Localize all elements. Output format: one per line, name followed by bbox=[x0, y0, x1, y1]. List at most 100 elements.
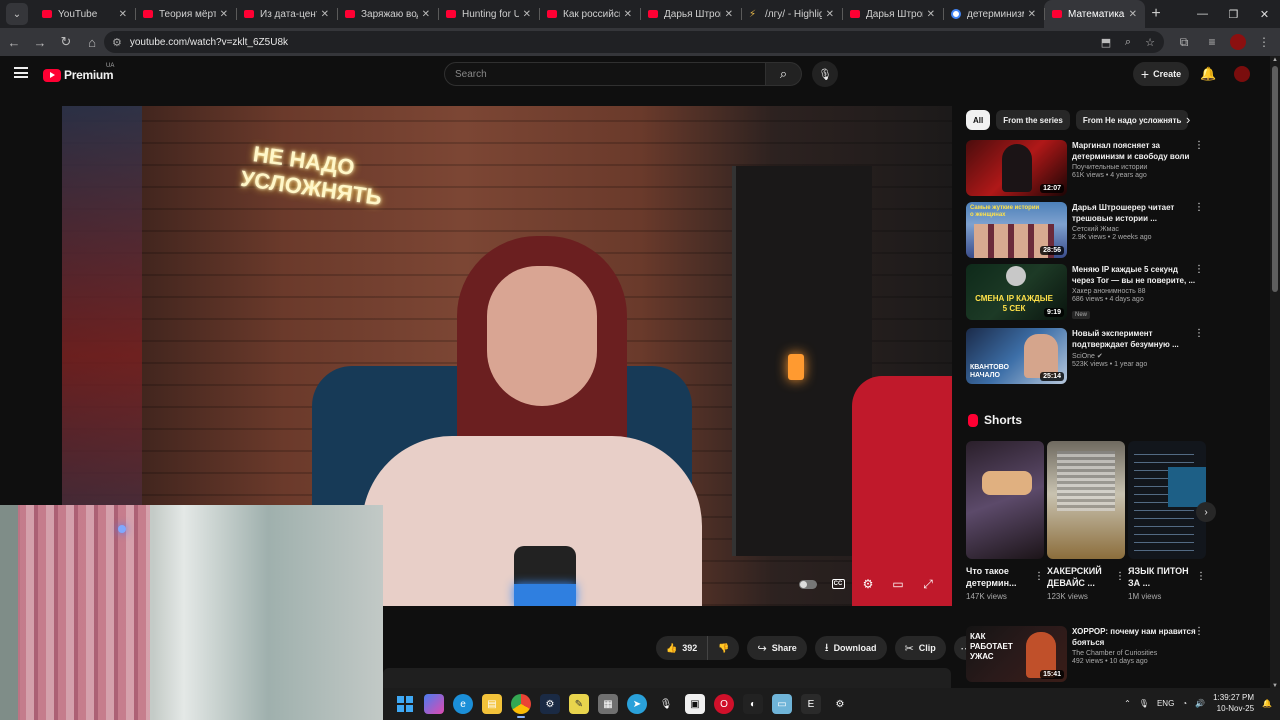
close-icon[interactable]: ✕ bbox=[725, 9, 733, 20]
close-icon[interactable]: ✕ bbox=[624, 9, 632, 20]
keyboard-app-icon[interactable]: ▦ bbox=[598, 694, 618, 714]
more-vert-icon[interactable]: ⋮ bbox=[1194, 626, 1204, 637]
browser-tab[interactable]: Как российск ✕ bbox=[539, 0, 640, 28]
close-icon[interactable]: ✕ bbox=[220, 9, 228, 20]
close-icon[interactable]: ✕ bbox=[422, 9, 430, 20]
recommendation-item[interactable]: КАК РАБОТАЕТ УЖАС 15:41 ХОРРОР: почему н… bbox=[966, 626, 1212, 684]
copilot-icon[interactable] bbox=[424, 694, 444, 714]
video-thumbnail[interactable]: КАК РАБОТАЕТ УЖАС 15:41 bbox=[966, 626, 1067, 682]
zoom-icon[interactable]: ⌕ bbox=[1120, 34, 1136, 50]
search-field[interactable] bbox=[444, 62, 766, 86]
chip-from-channel[interactable]: From Не надо усложнять bbox=[1075, 110, 1189, 130]
browser-tab[interactable]: ⚡/лгу/ - Highligh✕ bbox=[741, 0, 842, 28]
chrome-icon[interactable] bbox=[511, 694, 531, 718]
epic-games-icon[interactable]: E bbox=[801, 694, 821, 714]
short-thumbnail[interactable] bbox=[1047, 441, 1125, 559]
file-explorer-icon[interactable]: ▤ bbox=[482, 694, 502, 714]
recommendation-item[interactable]: Самые жуткие истории о женщинах 28:56 Да… bbox=[966, 202, 1212, 260]
theater-mode-button[interactable]: ▭ bbox=[888, 574, 908, 594]
clock[interactable]: 1:39:27 PM 10-Nov-25 bbox=[1213, 692, 1254, 714]
close-window-icon[interactable]: ✕ bbox=[1249, 0, 1280, 28]
rec-channel[interactable]: Поучительные истории bbox=[1072, 164, 1198, 171]
voice-search-button[interactable]: 🎙 bbox=[812, 61, 838, 87]
short-thumbnail[interactable] bbox=[1128, 441, 1206, 559]
create-button[interactable]: + Create bbox=[1133, 62, 1189, 86]
tab-search-button[interactable]: ⌄ bbox=[6, 3, 28, 25]
more-vert-icon[interactable]: ⋮ bbox=[1194, 264, 1204, 275]
more-vert-icon[interactable]: ⋮ bbox=[1034, 571, 1044, 582]
tray-overflow-icon[interactable]: ⌃ bbox=[1124, 699, 1131, 708]
short-item[interactable]: ХАКЕРСКИЙ ДЕВАЙС ... 123K views ⋮ bbox=[1047, 441, 1125, 601]
short-thumbnail[interactable] bbox=[966, 441, 1044, 559]
browser-tab-active[interactable]: Математика и✕ bbox=[1044, 0, 1145, 28]
close-icon[interactable]: ✕ bbox=[523, 9, 531, 20]
close-icon[interactable]: ✕ bbox=[119, 9, 127, 20]
description-box-edge[interactable] bbox=[383, 668, 951, 688]
minimize-icon[interactable]: — bbox=[1187, 0, 1218, 28]
more-vert-icon[interactable]: ⋮ bbox=[1194, 328, 1204, 339]
dislike-button[interactable]: 👎 bbox=[707, 636, 739, 660]
home-icon[interactable]: ⌂ bbox=[80, 30, 104, 54]
rec-title[interactable]: Дарья Штрошерер читает трешовые истории … bbox=[1072, 202, 1198, 224]
language-indicator[interactable]: ENG bbox=[1157, 699, 1174, 708]
short-title[interactable]: ХАКЕРСКИЙ ДЕВАЙС ... bbox=[1047, 565, 1113, 589]
recommendation-item[interactable]: СМЕНА IP КАЖДЫЕ 5 СЕК 9:19 Меняю IP кажд… bbox=[966, 264, 1212, 322]
rec-channel[interactable]: Хакер анонимность 88 bbox=[1072, 288, 1198, 295]
more-vert-icon[interactable]: ⋮ bbox=[1194, 140, 1204, 151]
share-button[interactable]: ↪ Share bbox=[747, 636, 807, 660]
rec-channel[interactable]: The Chamber of Curiosities bbox=[1072, 650, 1198, 657]
volume-icon[interactable]: 🔊 bbox=[1195, 699, 1205, 708]
browser-tab[interactable]: YouTube ✕ bbox=[34, 0, 135, 28]
short-title[interactable]: Что такое детермин... bbox=[966, 565, 1032, 589]
notifications-icon[interactable]: 🔔 bbox=[1262, 699, 1272, 708]
reading-list-icon[interactable]: ≡ bbox=[1202, 30, 1222, 54]
chevron-right-icon[interactable]: › bbox=[1186, 112, 1190, 127]
screenshot-app-icon[interactable]: ▭ bbox=[772, 694, 792, 714]
opera-icon[interactable]: O bbox=[714, 694, 734, 714]
browser-tab[interactable]: Дарья Штроше✕ bbox=[640, 0, 741, 28]
tray-mic-icon[interactable]: 🎙 bbox=[1139, 699, 1149, 708]
scrollbar-thumb[interactable] bbox=[1272, 66, 1278, 292]
windows-start-icon[interactable] bbox=[395, 694, 415, 714]
terminal-app-icon[interactable]: ▣ bbox=[685, 694, 705, 714]
rec-title[interactable]: ХОРРОР: почему нам нравится бояться bbox=[1072, 626, 1198, 648]
video-thumbnail[interactable]: 12:07 bbox=[966, 140, 1067, 196]
short-item[interactable]: Что такое детермин... 147K views ⋮ bbox=[966, 441, 1044, 601]
hamburger-menu-icon[interactable] bbox=[14, 67, 28, 78]
browser-tab[interactable]: Заряжаю водо✕ bbox=[337, 0, 438, 28]
wifi-icon[interactable]: ◔ bbox=[1182, 699, 1187, 708]
notifications-bell-icon[interactable]: 🔔 bbox=[1200, 66, 1216, 82]
browser-tab[interactable]: детерминизм ✕ bbox=[943, 0, 1044, 28]
microphone-app-icon[interactable]: 🎙 bbox=[656, 694, 676, 714]
browser-tab[interactable]: Теория мёртв✕ bbox=[135, 0, 236, 28]
browser-menu-icon[interactable]: ⋮ bbox=[1254, 30, 1274, 54]
search-input[interactable] bbox=[455, 68, 765, 80]
video-thumbnail[interactable]: КВАНТОВО НАЧАЛО 25:14 bbox=[966, 328, 1067, 384]
like-button[interactable]: 👍 392 bbox=[656, 636, 707, 660]
fullscreen-button[interactable]: ⤢ bbox=[918, 574, 938, 594]
clip-button[interactable]: ✂ Clip bbox=[894, 636, 946, 660]
site-info-icon[interactable]: ⚙ bbox=[112, 36, 122, 49]
account-avatar[interactable] bbox=[1234, 66, 1250, 82]
media-app-icon[interactable]: ◐ bbox=[743, 694, 763, 714]
address-bar[interactable]: ⚙ youtube.com/watch?v=zklt_6Z5U8k ⬒ ⌕ ☆ bbox=[104, 31, 1164, 53]
more-vert-icon[interactable]: ⋮ bbox=[1194, 202, 1204, 213]
new-tab-button[interactable]: + bbox=[1145, 5, 1167, 23]
notepad-icon[interactable]: ✎ bbox=[569, 694, 589, 714]
extensions-icon[interactable]: ⧉ bbox=[1174, 30, 1194, 54]
steam-icon[interactable]: ⚙ bbox=[540, 694, 560, 714]
search-button[interactable]: ⌕ bbox=[766, 62, 802, 86]
settings-app-icon[interactable]: ⚙ bbox=[830, 694, 850, 714]
bookmark-star-icon[interactable]: ☆ bbox=[1142, 34, 1158, 50]
rec-title[interactable]: Меняю IP каждые 5 секунд через Tor — вы … bbox=[1072, 264, 1198, 286]
browser-tab[interactable]: Дарья Штрош✕ bbox=[842, 0, 943, 28]
rec-channel[interactable]: SciOne ✔ bbox=[1072, 352, 1198, 360]
settings-button[interactable]: ⚙ bbox=[858, 574, 878, 594]
browser-tab[interactable]: Hunting for UE✕ bbox=[438, 0, 539, 28]
recommendation-item[interactable]: КВАНТОВО НАЧАЛО 25:14 Новый эксперимент … bbox=[966, 328, 1212, 386]
chip-all[interactable]: All bbox=[966, 110, 991, 130]
rec-title[interactable]: Маргинал поясняет за детерминизм и свобо… bbox=[1072, 140, 1198, 162]
video-thumbnail[interactable]: Самые жуткие истории о женщинах 28:56 bbox=[966, 202, 1067, 258]
page-scrollbar[interactable]: ▲ ▼ bbox=[1270, 56, 1280, 690]
telegram-icon[interactable]: ➤ bbox=[627, 694, 647, 714]
